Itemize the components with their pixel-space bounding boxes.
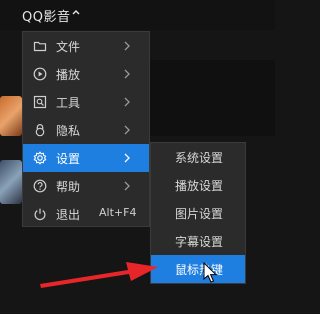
help-circle-icon (33, 179, 47, 193)
menu-item-label: 隐私 (56, 124, 81, 138)
submenu-item-playback-settings[interactable]: 播放设置 (151, 171, 245, 199)
lock-icon (33, 123, 47, 137)
menu-item-privacy[interactable]: 隐私 (23, 116, 149, 144)
background-thumbnail (0, 160, 22, 204)
chevron-right-icon (123, 96, 131, 108)
menu-item-label: 播放 (56, 68, 81, 82)
title-bar: QQ影音 (0, 0, 275, 30)
submenu-item-system-settings[interactable]: 系统设置 (151, 143, 245, 171)
submenu-item-image-settings[interactable]: 图片设置 (151, 199, 245, 227)
chevron-up-icon[interactable] (71, 7, 81, 17)
submenu-item-mouse-hotkeys[interactable]: 鼠标热键 (151, 255, 245, 283)
mouse-cursor-icon (203, 262, 219, 284)
chevron-right-icon (123, 152, 131, 164)
settings-submenu: 系统设置 播放设置 图片设置 字幕设置 鼠标热键 (150, 142, 246, 284)
video-background (150, 60, 275, 136)
gear-icon (33, 151, 47, 165)
main-menu: 文件 播放 工具 隐私 设置 帮助 退出 Alt+F4 (22, 31, 150, 227)
menu-item-help[interactable]: 帮助 (23, 172, 149, 200)
chevron-right-icon (123, 180, 131, 192)
menu-item-file[interactable]: 文件 (23, 32, 149, 60)
submenu-item-label: 播放设置 (175, 179, 224, 193)
menu-item-settings[interactable]: 设置 (23, 144, 149, 172)
menu-item-label: 设置 (56, 152, 81, 166)
power-icon (33, 207, 47, 221)
chevron-right-icon (123, 124, 131, 136)
submenu-item-label: 图片设置 (175, 207, 224, 221)
menu-item-label: 文件 (56, 40, 81, 54)
menu-item-tools[interactable]: 工具 (23, 88, 149, 116)
menu-item-label: 帮助 (56, 180, 81, 194)
menu-item-label: 工具 (56, 96, 81, 110)
chevron-right-icon (123, 68, 131, 80)
submenu-item-subtitle-settings[interactable]: 字幕设置 (151, 227, 245, 255)
toolbox-icon (33, 95, 47, 109)
submenu-item-label: 字幕设置 (175, 235, 224, 249)
app-title[interactable]: QQ影音 (22, 6, 70, 25)
submenu-item-label: 系统设置 (175, 151, 224, 165)
folder-icon (33, 39, 47, 53)
menu-item-label: 退出 (56, 208, 81, 222)
menu-item-play[interactable]: 播放 (23, 60, 149, 88)
play-circle-icon (33, 67, 47, 81)
menu-item-exit[interactable]: 退出 Alt+F4 (23, 200, 149, 228)
shortcut-label: Alt+F4 (99, 206, 137, 219)
chevron-right-icon (123, 40, 131, 52)
background-thumbnail (0, 96, 22, 136)
